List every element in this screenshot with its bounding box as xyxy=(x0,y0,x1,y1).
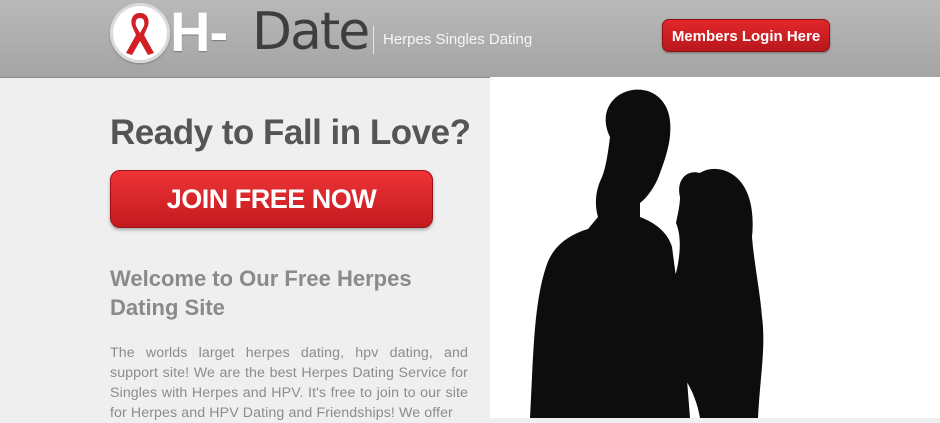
hero-title: Ready to Fall in Love? xyxy=(110,113,471,152)
logo-brand-date[interactable]: Date xyxy=(252,4,370,60)
members-login-button[interactable]: Members Login Here xyxy=(662,19,830,52)
join-free-button[interactable]: JOIN FREE NOW xyxy=(110,170,433,228)
welcome-heading: Welcome to Our Free Herpes Dating Site xyxy=(110,266,412,320)
logo-badge[interactable] xyxy=(110,3,170,63)
couple-silhouette-photo xyxy=(490,77,940,418)
logo-divider xyxy=(373,26,374,54)
site-header: H- Date Herpes Singles Dating Members Lo… xyxy=(0,0,940,78)
intro-paragraph: The worlds larget herpes dating, hpv dat… xyxy=(110,345,468,421)
couple-silhouette-image xyxy=(490,77,940,418)
red-ribbon-icon xyxy=(126,13,154,55)
site-tagline: Herpes Singles Dating xyxy=(383,31,533,48)
logo-brand-h[interactable]: H- xyxy=(170,4,228,60)
